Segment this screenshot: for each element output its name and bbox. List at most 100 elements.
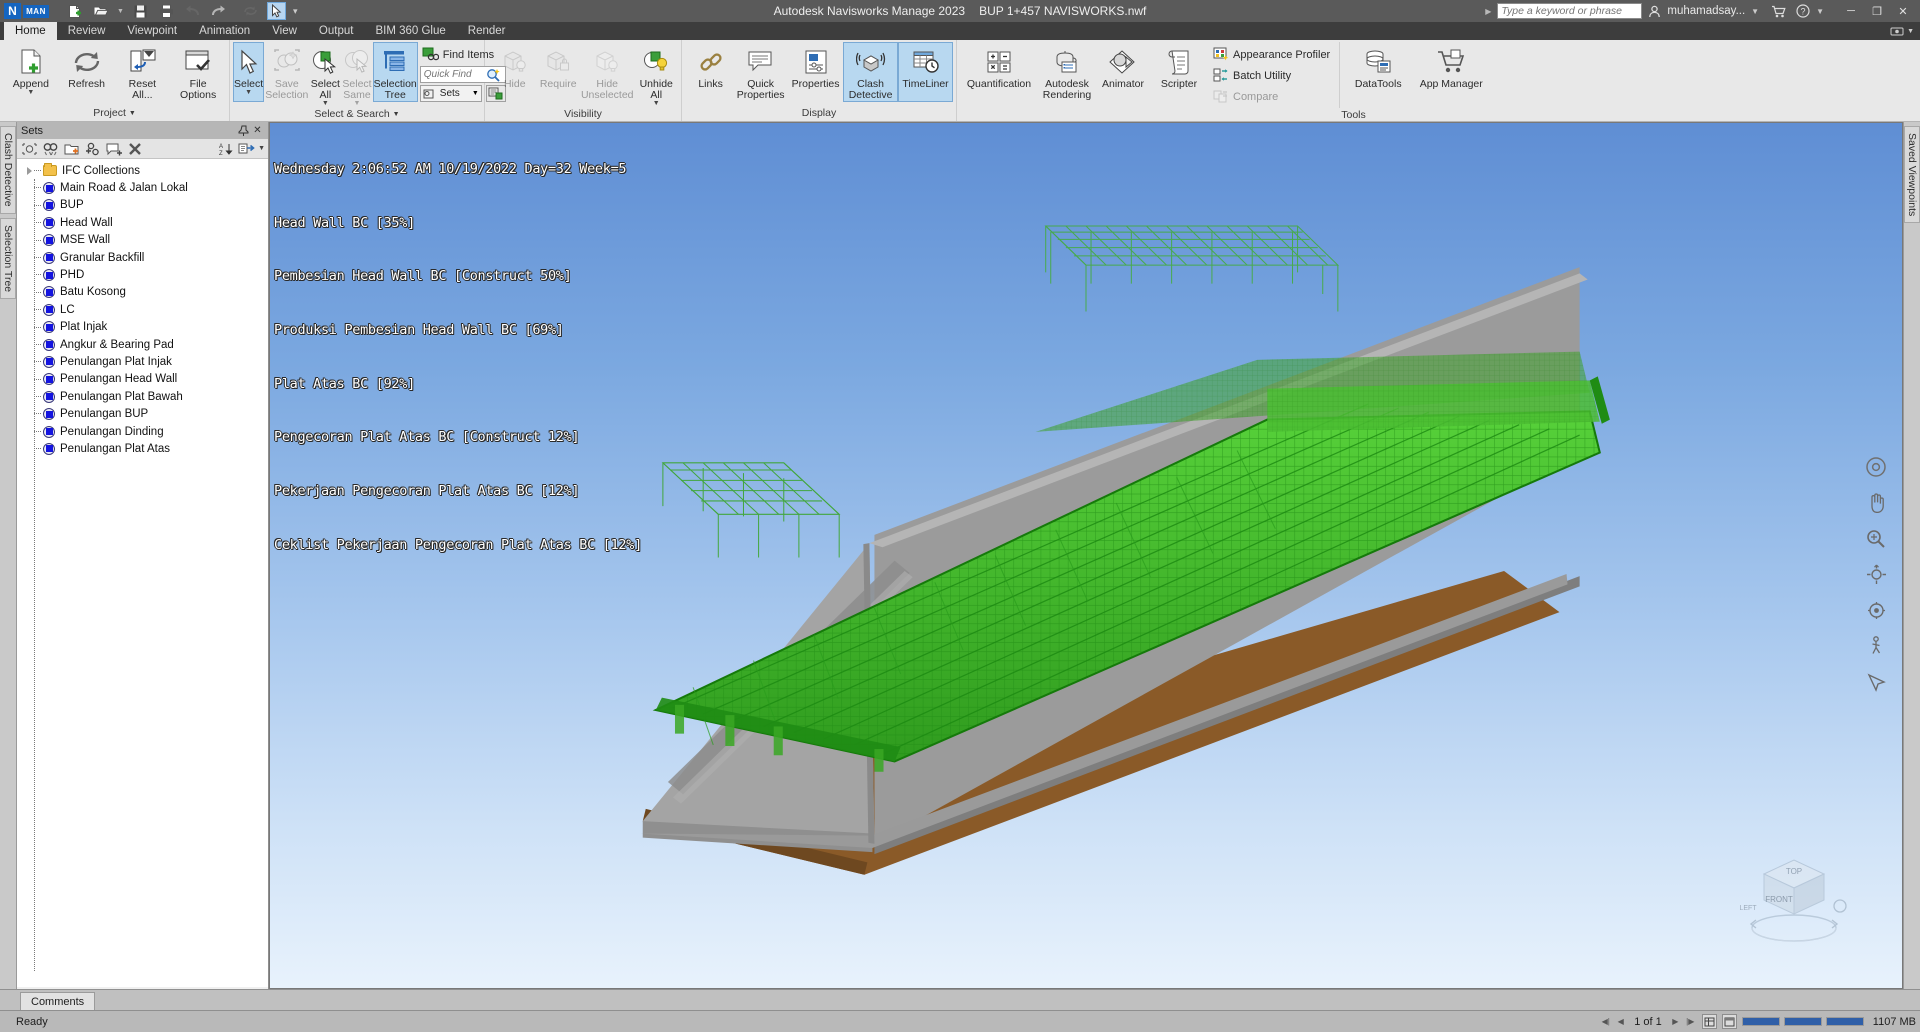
tab-output[interactable]: Output — [308, 22, 365, 40]
batch-utility-row[interactable]: Batch Utility — [1211, 66, 1332, 85]
tab-viewpoint[interactable]: Viewpoint — [116, 22, 188, 40]
selection-tree-dock-tab[interactable]: Selection Tree — [0, 217, 16, 299]
auto-hide-icon[interactable] — [238, 125, 251, 136]
appearance-profiler-row[interactable]: Appearance Profiler — [1211, 45, 1332, 64]
tab-bim360glue[interactable]: BIM 360 Glue — [364, 22, 456, 40]
sets-toolbar-overflow-caret[interactable]: ▼ — [258, 145, 265, 152]
ribbon-display-options[interactable]: ▼ — [1890, 22, 1920, 40]
select-button[interactable]: Select ▼ — [233, 42, 265, 102]
search-expand-caret[interactable]: ▶ — [1485, 7, 1491, 16]
window-view-icon[interactable] — [1721, 1014, 1737, 1029]
timeliner-button[interactable]: TimeLiner — [898, 42, 954, 102]
qat-overflow-caret[interactable]: ▾ — [293, 6, 298, 17]
save-search-set-icon[interactable] — [41, 140, 60, 157]
fly-icon[interactable] — [1861, 669, 1891, 696]
links-button[interactable]: Links — [688, 42, 733, 102]
tree-node-penulangan-plat-bawah[interactable]: Penulangan Plat Bawah — [17, 388, 268, 405]
datatools-button[interactable]: DataTools — [1345, 42, 1411, 102]
view-cube[interactable]: TOP FRONT LEFT — [1734, 852, 1854, 952]
previous-page-button[interactable]: ◀ — [1614, 1014, 1627, 1029]
steering-wheel-icon[interactable] — [1861, 453, 1891, 480]
select-all-button[interactable]: Select All ▼ — [309, 42, 341, 107]
walk-icon[interactable] — [1861, 633, 1891, 660]
look-around-icon[interactable] — [1861, 597, 1891, 624]
last-page-button[interactable]: |▶ — [1684, 1014, 1697, 1029]
group-label-project[interactable]: Project ▼ — [0, 105, 229, 121]
help-signin-icon[interactable] — [1648, 5, 1661, 18]
file-options-button[interactable]: File Options — [170, 42, 226, 102]
tree-node-angkur-bearing-pad[interactable]: Angkur & Bearing Pad — [17, 336, 268, 353]
tree-node-penulangan-bup[interactable]: Penulangan BUP — [17, 405, 268, 422]
help-dropdown-caret[interactable]: ▼ — [1816, 7, 1824, 16]
user-account-label[interactable]: muhamadsay... — [1667, 5, 1745, 17]
save-icon[interactable] — [131, 2, 150, 20]
shopping-cart-icon[interactable] — [1771, 5, 1786, 18]
refresh-icon[interactable] — [241, 2, 260, 20]
new-document-icon[interactable] — [65, 2, 84, 20]
help-search-box[interactable] — [1497, 3, 1643, 19]
tree-node-phd[interactable]: PHD — [17, 266, 268, 283]
pan-hand-icon[interactable] — [1861, 489, 1891, 516]
clash-detective-dock-tab[interactable]: Clash Detective — [0, 126, 16, 214]
select-dropdown-caret[interactable]: ▼ — [245, 89, 252, 96]
tree-node-main-road[interactable]: Main Road & Jalan Lokal — [17, 179, 268, 196]
3d-viewport[interactable]: Wednesday 2:06:52 AM 10/19/2022 Day=32 W… — [269, 122, 1903, 989]
tree-node-mse-wall[interactable]: MSE Wall — [17, 232, 268, 249]
maximize-button[interactable]: ❐ — [1864, 0, 1890, 22]
tree-node-penulangan-plat-injak[interactable]: Penulangan Plat Injak — [17, 353, 268, 370]
tree-node-batu-kosong[interactable]: Batu Kosong — [17, 284, 268, 301]
tree-node-lc[interactable]: LC — [17, 301, 268, 318]
tree-node-penulangan-dinding[interactable]: Penulangan Dinding — [17, 423, 268, 440]
user-dropdown-caret[interactable]: ▼ — [1751, 7, 1759, 16]
open-folder-icon[interactable] — [91, 2, 110, 20]
append-dropdown-caret[interactable]: ▼ — [27, 89, 34, 96]
delete-icon[interactable] — [125, 140, 144, 157]
search-input[interactable] — [1501, 5, 1642, 17]
close-button[interactable]: ✕ — [1890, 0, 1916, 22]
tab-review[interactable]: Review — [57, 22, 117, 40]
sets-dropdown-button[interactable]: Sets ▼ — [419, 85, 482, 102]
refresh-button[interactable]: Refresh — [59, 42, 115, 102]
redo-icon[interactable] — [209, 2, 228, 20]
unhide-all-button[interactable]: Unhide All ▼ — [635, 42, 678, 107]
tree-node-ifc-collections[interactable]: IFC Collections — [17, 162, 268, 179]
scripter-button[interactable]: Scripter — [1151, 42, 1207, 102]
navisworks-logo[interactable]: N MAN — [4, 3, 49, 19]
unhide-all-dropdown-caret[interactable]: ▼ — [653, 100, 660, 107]
add-copy-icon[interactable] — [83, 140, 102, 157]
tree-node-granular-backfill[interactable]: Granular Backfill — [17, 249, 268, 266]
selection-tree-button[interactable]: Selection Tree — [372, 42, 418, 102]
help-icon[interactable]: ? — [1796, 4, 1810, 18]
orbit-icon[interactable] — [1861, 561, 1891, 588]
tree-node-bup[interactable]: BUP — [17, 197, 268, 214]
new-folder-icon[interactable] — [62, 140, 81, 157]
next-page-button[interactable]: ▶ — [1669, 1014, 1682, 1029]
autodesk-rendering-button[interactable]: Autodesk Rendering — [1039, 42, 1095, 102]
app-manager-button[interactable]: App Manager — [1411, 42, 1491, 102]
quick-properties-button[interactable]: Quick Properties — [733, 42, 788, 102]
print-icon[interactable] — [157, 2, 176, 20]
undo-icon[interactable] — [183, 2, 202, 20]
open-dropdown-caret[interactable]: ▼ — [117, 8, 124, 15]
tab-animation[interactable]: Animation — [188, 22, 261, 40]
quantification-button[interactable]: Quantification — [959, 42, 1039, 102]
import-export-icon[interactable] — [237, 140, 256, 157]
properties-button[interactable]: Properties — [788, 42, 843, 102]
close-icon[interactable]: ✕ — [251, 125, 264, 136]
tree-node-penulangan-head-wall[interactable]: Penulangan Head Wall — [17, 371, 268, 388]
append-button[interactable]: Append ▼ — [3, 42, 59, 102]
save-selection-set-icon[interactable] — [20, 140, 39, 157]
saved-viewpoints-dock-tab[interactable]: Saved Viewpoints — [1904, 126, 1920, 224]
comments-tab[interactable]: Comments — [20, 992, 96, 1010]
tab-render[interactable]: Render — [457, 22, 517, 40]
first-page-button[interactable]: ◀| — [1599, 1014, 1612, 1029]
animator-button[interactable]: Animator — [1095, 42, 1151, 102]
tree-node-penulangan-plat-atas[interactable]: Penulangan Plat Atas — [17, 440, 268, 457]
quick-find-input[interactable] — [423, 69, 486, 80]
select-all-dropdown-caret[interactable]: ▼ — [322, 100, 329, 107]
reset-all-button[interactable]: Reset All... — [115, 42, 171, 102]
sets-tree[interactable]: IFC Collections Main Road & Jalan Lokal … — [17, 159, 268, 987]
sort-az-icon[interactable]: AZ — [216, 140, 235, 157]
tree-node-head-wall[interactable]: Head Wall — [17, 214, 268, 231]
zoom-magnifier-icon[interactable] — [1861, 525, 1891, 552]
